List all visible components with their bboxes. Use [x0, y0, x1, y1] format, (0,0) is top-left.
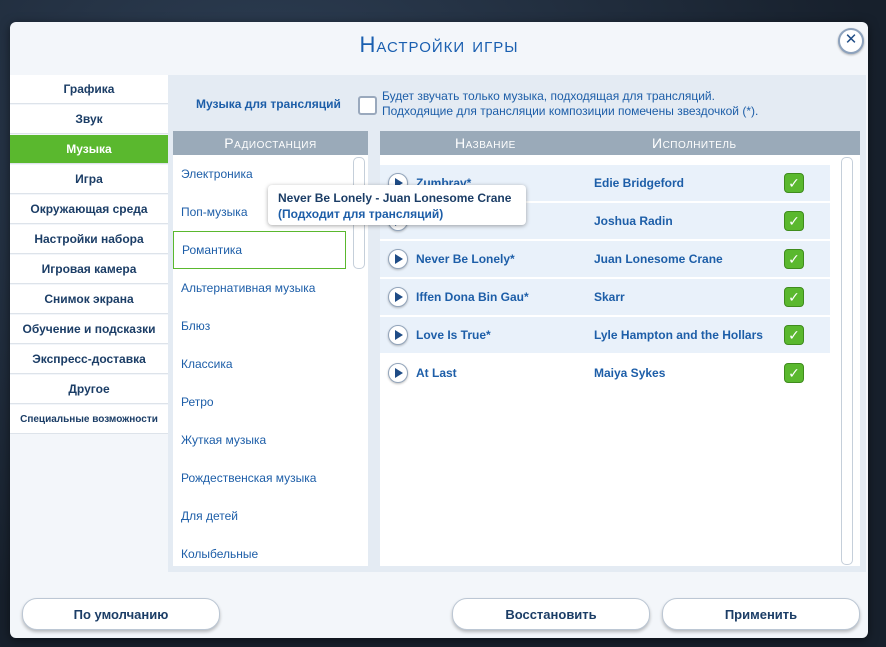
sidebar-item-environment[interactable]: Окружающая среда — [10, 195, 168, 223]
enabled-checkbox[interactable]: ✓ — [784, 249, 804, 269]
station-item-selected[interactable]: Романтика — [173, 231, 346, 269]
settings-dialog: Настройки игры ✕ Графика Звук Музыка Игр… — [10, 22, 868, 638]
song-artist: Juan Lonesome Crane — [594, 252, 723, 266]
sidebar-item-camera[interactable]: Игровая камера — [10, 255, 168, 283]
close-icon: ✕ — [844, 31, 858, 48]
enabled-checkbox[interactable]: ✓ — [784, 211, 804, 231]
name-header-label: Название — [455, 135, 516, 151]
streaming-desc-line2: Подходящие для трансляции композиции пом… — [382, 104, 759, 118]
enabled-checkbox[interactable]: ✓ — [784, 287, 804, 307]
song-row[interactable]: At Last Maiya Sykes ✓ — [380, 355, 830, 391]
tooltip-title: Never Be Lonely - Juan Lonesome Crane — [278, 191, 512, 205]
tooltip-subtitle: (Подходит для трансляций) — [278, 207, 444, 221]
song-name: At Last — [416, 366, 457, 380]
station-item[interactable]: Жуткая музыка — [173, 421, 368, 459]
station-item[interactable]: Классика — [173, 345, 368, 383]
artist-header-label: Исполнитель — [652, 135, 737, 151]
song-artist: Edie Bridgeford — [594, 176, 685, 190]
play-icon[interactable] — [388, 287, 408, 307]
song-tooltip: Never Be Lonely - Juan Lonesome Crane (П… — [268, 185, 526, 225]
sidebar-item-tutorial[interactable]: Обучение и подсказки — [10, 315, 168, 343]
sidebar-item-accessibility[interactable]: Специальные возможности — [10, 405, 168, 433]
restore-button[interactable]: Восстановить — [452, 598, 650, 630]
station-item[interactable]: Рождественская музыка — [173, 459, 368, 497]
sidebar: Графика Звук Музыка Игра Окружающая сред… — [10, 75, 168, 435]
sidebar-item-other[interactable]: Другое — [10, 375, 168, 403]
song-artist: Maiya Sykes — [594, 366, 666, 380]
station-item[interactable]: Альтернативная музыка — [173, 269, 368, 307]
song-artist: Joshua Radin — [594, 214, 673, 228]
sidebar-item-screenshot[interactable]: Снимок экрана — [10, 285, 168, 313]
station-column-header: Радиостанция — [173, 131, 368, 155]
song-row[interactable]: Iffen Dona Bin Gau* Skarr ✓ — [380, 279, 830, 315]
song-name: Never Be Lonely* — [416, 252, 515, 266]
sidebar-item-music[interactable]: Музыка — [10, 135, 168, 163]
song-name: Iffen Dona Bin Gau* — [416, 290, 529, 304]
streaming-music-label: Музыка для трансляций — [196, 97, 341, 111]
music-panel: Музыка для трансляций Будет звучать толь… — [168, 75, 866, 572]
station-item[interactable]: Колыбельные — [173, 535, 368, 566]
station-item[interactable]: Для детей — [173, 497, 368, 535]
song-artist: Lyle Hampton and the Hollars — [594, 328, 763, 342]
station-item[interactable]: Блюз — [173, 307, 368, 345]
dialog-title: Настройки игры — [359, 32, 519, 57]
sidebar-item-delivery[interactable]: Экспресс-доставка — [10, 345, 168, 373]
song-row[interactable]: Love Is True* Lyle Hampton and the Holla… — [380, 317, 830, 353]
songs-column-header: Название Исполнитель — [380, 131, 860, 155]
sidebar-item-set-settings[interactable]: Настройки набора — [10, 225, 168, 253]
song-artist: Skarr — [594, 290, 625, 304]
apply-button[interactable]: Применить — [662, 598, 860, 630]
streaming-desc-line1: Будет звучать только музыка, подходящая … — [382, 89, 715, 103]
play-icon[interactable] — [388, 363, 408, 383]
close-button[interactable]: ✕ — [838, 28, 864, 54]
sidebar-item-game[interactable]: Игра — [10, 165, 168, 193]
songs-scrollbar[interactable] — [841, 157, 853, 565]
station-item[interactable]: Ретро — [173, 383, 368, 421]
play-icon[interactable] — [388, 249, 408, 269]
station-header-label: Радиостанция — [224, 135, 317, 151]
sidebar-item-sound[interactable]: Звук — [10, 105, 168, 133]
enabled-checkbox[interactable]: ✓ — [784, 173, 804, 193]
enabled-checkbox[interactable]: ✓ — [784, 363, 804, 383]
song-name: Love Is True* — [416, 328, 491, 342]
sidebar-item-graphics[interactable]: Графика — [10, 75, 168, 103]
play-icon[interactable] — [388, 325, 408, 345]
song-row[interactable]: Never Be Lonely* Juan Lonesome Crane ✓ — [380, 241, 830, 277]
streaming-music-checkbox[interactable] — [358, 96, 377, 115]
default-button[interactable]: По умолчанию — [22, 598, 220, 630]
enabled-checkbox[interactable]: ✓ — [784, 325, 804, 345]
streaming-music-description: Будет звучать только музыка, подходящая … — [382, 89, 758, 119]
